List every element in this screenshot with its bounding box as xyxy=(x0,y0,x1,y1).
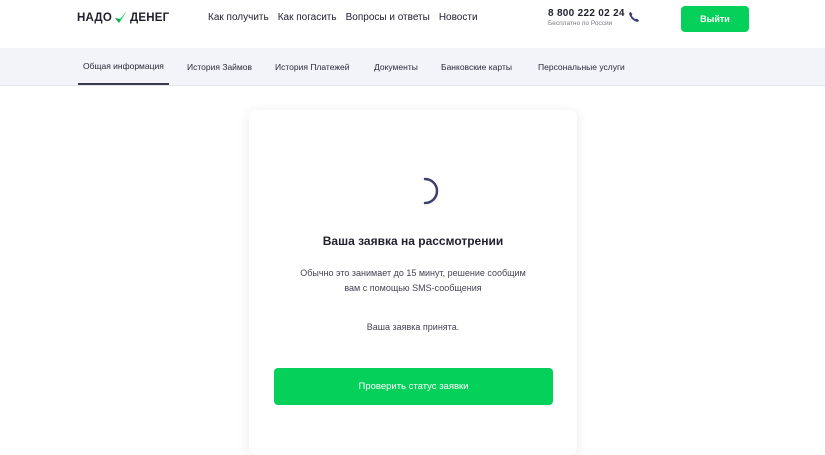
tab-documents[interactable]: Документы xyxy=(374,48,418,85)
check-icon xyxy=(114,11,127,23)
check-status-button[interactable]: Проверить статус заявки xyxy=(274,368,553,405)
phone-number[interactable]: 8 800 222 02 24 xyxy=(548,8,625,19)
card-description: Обычно это занимает до 15 минут, решение… xyxy=(275,266,551,296)
card-description-line-2: вам с помощью SMS-сообщения xyxy=(344,283,482,293)
tab-payment-history[interactable]: История Платежей xyxy=(275,48,350,85)
account-tabs: Общая информация История Займов История … xyxy=(0,48,825,86)
nav-news[interactable]: Новости xyxy=(439,12,478,23)
phone-block: 8 800 222 02 24 Бесплатно по России xyxy=(548,8,625,27)
site-header: НАДО ДЕНЕГ Как получить Как погасить Воп… xyxy=(0,0,825,48)
phone-icon[interactable] xyxy=(628,11,640,23)
phone-note: Бесплатно по России xyxy=(548,20,613,27)
card-title: Ваша заявка на рассмотрении xyxy=(322,234,504,248)
nav-how-to-repay[interactable]: Как погасить xyxy=(278,12,337,23)
main-nav: Как получить Как погасить Вопросы и отве… xyxy=(208,12,478,23)
application-accepted-text: Ваша заявка принята. xyxy=(366,322,460,332)
spinner-icon xyxy=(423,177,439,205)
tab-general-info[interactable]: Общая информация xyxy=(78,48,169,85)
logo-text-left: НАДО xyxy=(77,12,112,24)
logo[interactable]: НАДО ДЕНЕГ xyxy=(77,10,169,26)
tab-loan-history[interactable]: История Займов xyxy=(187,48,252,85)
tab-bank-cards[interactable]: Банковские карты xyxy=(441,48,512,85)
tab-personal-services[interactable]: Персональные услуги xyxy=(538,48,625,85)
nav-faq[interactable]: Вопросы и ответы xyxy=(346,12,430,23)
logout-button[interactable]: Выйти xyxy=(681,6,749,32)
nav-how-to-get[interactable]: Как получить xyxy=(208,12,269,23)
card-description-line-1: Обычно это занимает до 15 минут, решение… xyxy=(300,268,526,278)
logo-text-right: ДЕНЕГ xyxy=(129,12,170,24)
